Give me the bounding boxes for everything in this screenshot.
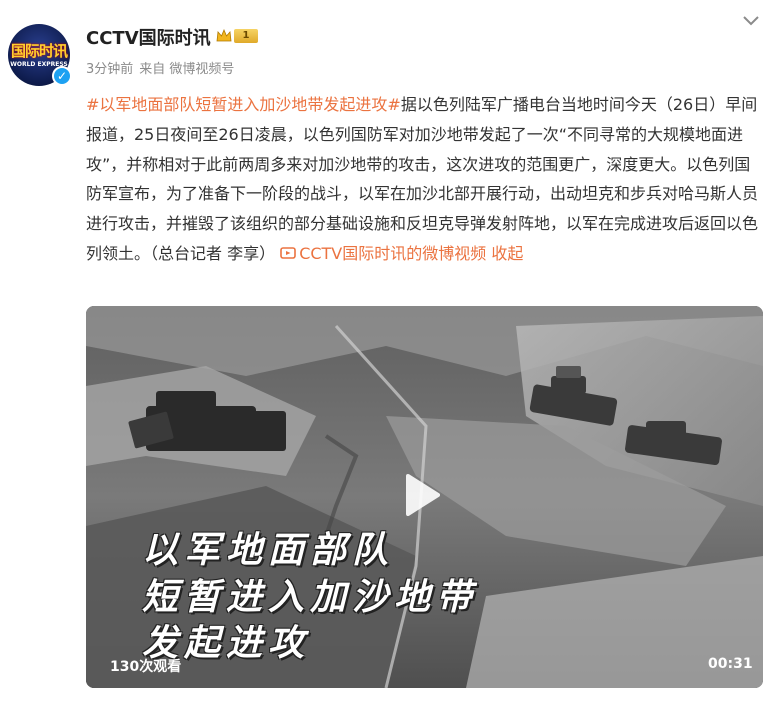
post-body: 据以色列陆军广播电台当地时间今天（26日）早间报道，25日夜间至26日凌晨，以色… bbox=[86, 95, 759, 263]
member-level: 1 bbox=[234, 29, 258, 43]
collapse-link[interactable]: 收起 bbox=[491, 244, 523, 263]
verified-icon: ✓ bbox=[52, 66, 72, 86]
topic-link[interactable]: #以军地面部队短暂进入加沙地带发起进攻# bbox=[86, 95, 401, 114]
crown-icon bbox=[216, 29, 232, 42]
post-meta: 3分钟前 来自 微博视频号 bbox=[86, 58, 234, 77]
video-link-icon bbox=[280, 247, 296, 259]
author-name[interactable]: CCTV国际时讯 bbox=[86, 24, 211, 50]
post-content: #以军地面部队短暂进入加沙地带发起进攻#据以色列陆军广播电台当地时间今天（26日… bbox=[86, 90, 762, 269]
video-duration: 00:31 bbox=[708, 656, 753, 672]
play-icon[interactable] bbox=[398, 472, 444, 518]
chevron-down-icon[interactable] bbox=[741, 14, 761, 28]
avatar-logo-text: 国际时讯 bbox=[10, 42, 68, 60]
video-link[interactable]: CCTV国际时讯的微博视频 bbox=[280, 244, 486, 263]
post-time[interactable]: 3分钟前 bbox=[86, 62, 133, 77]
video-link-label: CCTV国际时讯的微博视频 bbox=[299, 243, 487, 263]
view-count: 130次观看 bbox=[110, 659, 182, 675]
overlay-line-1: 以军地面部队 bbox=[142, 530, 395, 571]
post-source: 来自 微博视频号 bbox=[139, 62, 235, 77]
member-badge[interactable]: 1 bbox=[216, 27, 262, 45]
overlay-line-2: 短暂进入加沙地带 bbox=[142, 577, 479, 618]
